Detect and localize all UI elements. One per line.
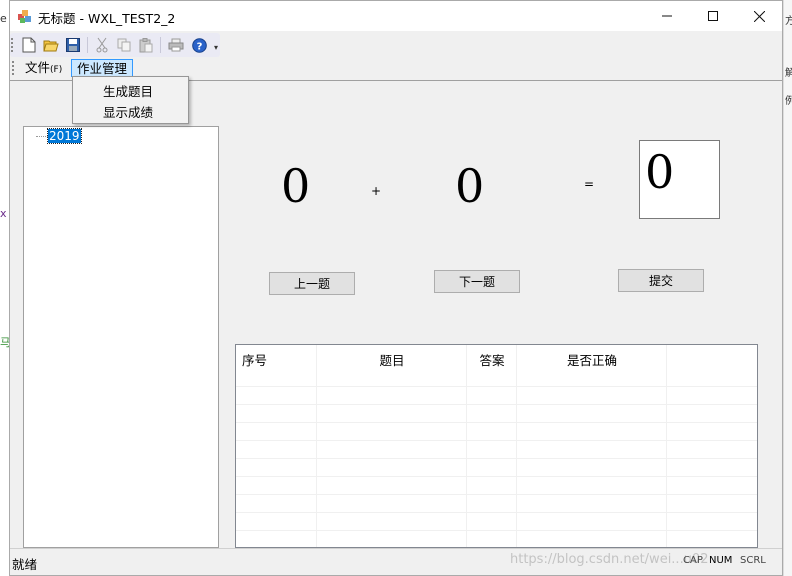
right-operand: 0 <box>455 159 485 213</box>
menu-homework[interactable]: 作业管理 <box>71 59 134 77</box>
fragment-text: 例 <box>785 96 792 107</box>
grid-row-line <box>236 440 757 441</box>
prev-question-label: 上一题 <box>293 277 330 291</box>
save-button[interactable] <box>64 36 82 54</box>
fragment-text: x <box>0 207 7 220</box>
save-icon <box>66 38 80 52</box>
menu-file-label: 文件 <box>25 60 51 75</box>
help-icon: ? <box>191 37 207 53</box>
prev-question-button[interactable]: 上一题 <box>269 272 355 295</box>
menubar-grip[interactable] <box>12 61 14 75</box>
copy-icon <box>117 38 131 52</box>
toolbar-overflow-icon[interactable]: ▾ <box>214 43 218 52</box>
new-file-icon <box>22 37 36 53</box>
grid-row-line <box>236 476 757 477</box>
cut-icon <box>96 37 108 53</box>
app-window: 无标题 - WXL_TEST2_2 ? ▾ 文件(F) 作业管理 2019 0 … <box>9 0 783 576</box>
column-header-question[interactable]: 题目 <box>317 350 467 369</box>
submit-label: 提交 <box>648 274 673 288</box>
column-header-answer[interactable]: 答案 <box>467 350 517 369</box>
grid-header: 序号 题目 答案 是否正确 <box>236 345 757 370</box>
grid-row-line <box>236 386 757 387</box>
title-bar[interactable]: 无标题 - WXL_TEST2_2 <box>10 1 782 31</box>
minimize-button[interactable] <box>644 1 690 31</box>
maximize-button[interactable] <box>690 1 736 31</box>
status-text: 就绪 <box>12 557 38 572</box>
left-operand: 0 <box>281 159 311 213</box>
toolbar: ? ▾ <box>10 33 220 57</box>
close-icon <box>753 10 765 22</box>
menu-file[interactable]: 文件(F) <box>20 59 67 77</box>
grid-row-line <box>236 458 757 459</box>
fragment-text: 方 <box>785 16 792 27</box>
results-list[interactable]: 序号 题目 答案 是否正确 <box>235 344 758 548</box>
operator-sign: + <box>371 184 382 198</box>
paste-button[interactable] <box>137 36 155 54</box>
background-window-right: 方 解 例 <box>783 0 792 576</box>
cut-button[interactable] <box>93 36 111 54</box>
menu-item-show-scores[interactable]: 显示成绩 <box>103 102 153 121</box>
column-header-index[interactable]: 序号 <box>242 350 267 369</box>
scroll-lock-indicator: SCRL <box>740 555 766 566</box>
app-icon <box>18 10 31 23</box>
toolbar-separator <box>87 37 88 53</box>
paste-icon <box>139 37 153 52</box>
tree-connector <box>36 136 48 137</box>
next-question-button[interactable]: 下一题 <box>434 270 520 293</box>
grid-row-line <box>236 494 757 495</box>
grid-row-line <box>236 530 757 531</box>
print-icon <box>168 38 184 52</box>
status-bar: 就绪 https://blog.csdn.net/wei...u02 CAP N… <box>10 548 782 575</box>
grid-row-line <box>236 404 757 405</box>
client-area: 2019 0 + 0 = 0 上一题 下一题 提交 序号 题目 答案 是否正确 <box>10 80 782 548</box>
open-folder-icon <box>43 40 59 52</box>
answer-value: 0 <box>645 145 675 199</box>
submit-button[interactable]: 提交 <box>618 269 704 292</box>
grid-column <box>467 345 517 547</box>
help-button[interactable]: ? <box>190 36 208 54</box>
tree-view[interactable]: 2019 <box>23 126 219 548</box>
menu-homework-label: 作业管理 <box>77 61 128 76</box>
copy-button[interactable] <box>115 36 133 54</box>
grid-column <box>317 345 467 547</box>
maximize-icon <box>708 11 718 21</box>
toolbar-grip[interactable] <box>11 38 13 52</box>
column-header-correct[interactable]: 是否正确 <box>517 350 667 369</box>
caps-lock-indicator: CAP <box>683 555 703 566</box>
grid-row-line <box>236 512 757 513</box>
print-button[interactable] <box>167 36 185 54</box>
grid-row-line <box>236 422 757 423</box>
minimize-icon <box>662 15 672 17</box>
close-button[interactable] <box>736 1 782 31</box>
toolbar-separator <box>160 37 161 53</box>
next-question-label: 下一题 <box>458 275 495 289</box>
homework-dropdown-menu: 生成题目 显示成绩 <box>72 76 189 124</box>
num-lock-indicator: NUM <box>709 555 733 566</box>
background-window-left: e x 马 <box>0 0 11 576</box>
watermark-text: https://blog.csdn.net/wei...u02 <box>510 552 709 567</box>
svg-text:?: ? <box>196 41 202 52</box>
menu-file-accelerator: (F) <box>50 65 63 75</box>
window-title: 无标题 - WXL_TEST2_2 <box>38 11 176 26</box>
menu-item-generate-questions[interactable]: 生成题目 <box>103 81 153 100</box>
equals-sign: = <box>584 177 595 191</box>
fragment-text: 解 <box>785 68 792 79</box>
fragment-text: e <box>0 12 7 25</box>
tree-node-selected[interactable]: 2019 <box>47 128 82 144</box>
new-button[interactable] <box>20 36 38 54</box>
grid-column <box>517 345 667 547</box>
answer-input[interactable]: 0 <box>639 140 720 219</box>
open-button[interactable] <box>42 36 60 54</box>
grid-column <box>236 345 317 547</box>
